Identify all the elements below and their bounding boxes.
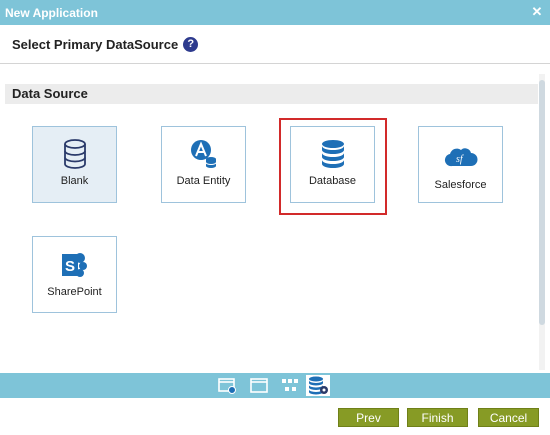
selection-highlight	[279, 118, 387, 215]
svg-text:S: S	[65, 258, 75, 275]
prev-button[interactable]: Prev	[338, 408, 399, 427]
tile-salesforce[interactable]: sf Salesforce	[418, 126, 503, 203]
tile-label: Data Entity	[176, 175, 231, 187]
tile-sharepoint[interactable]: S SharePoint	[32, 236, 117, 313]
database-gear-icon[interactable]	[306, 375, 330, 396]
window-title: New Application	[5, 6, 98, 20]
tile-label: Blank	[60, 175, 89, 187]
page-heading: Select Primary DataSource ?	[12, 37, 199, 52]
salesforce-cloud-icon: sf	[444, 143, 478, 171]
section-title: Data Source	[12, 86, 88, 101]
data-entity-icon	[190, 140, 218, 168]
help-icon[interactable]: ?	[183, 37, 199, 52]
sharepoint-icon: S	[60, 251, 90, 279]
tile-blank[interactable]: Blank	[32, 126, 117, 203]
close-button[interactable]: ✕	[528, 3, 546, 21]
blank-window-icon[interactable]	[250, 377, 268, 394]
database-stack-icon	[62, 139, 88, 169]
finish-button[interactable]: Finish	[407, 408, 468, 427]
scrollbar-thumb[interactable]	[539, 80, 545, 325]
step-bar	[0, 373, 550, 398]
app-window-icon[interactable]	[218, 377, 236, 394]
page-title: Select Primary DataSource	[12, 37, 179, 52]
tile-data-entity[interactable]: Data Entity	[161, 126, 246, 203]
window-titlebar: New Application	[0, 0, 550, 25]
cancel-button[interactable]: Cancel	[478, 408, 539, 427]
tile-label: Salesforce	[434, 179, 487, 191]
flow-diagram-icon[interactable]	[281, 377, 299, 394]
tile-label: SharePoint	[47, 286, 102, 298]
divider	[0, 63, 550, 64]
section-header: Data Source	[5, 84, 538, 104]
